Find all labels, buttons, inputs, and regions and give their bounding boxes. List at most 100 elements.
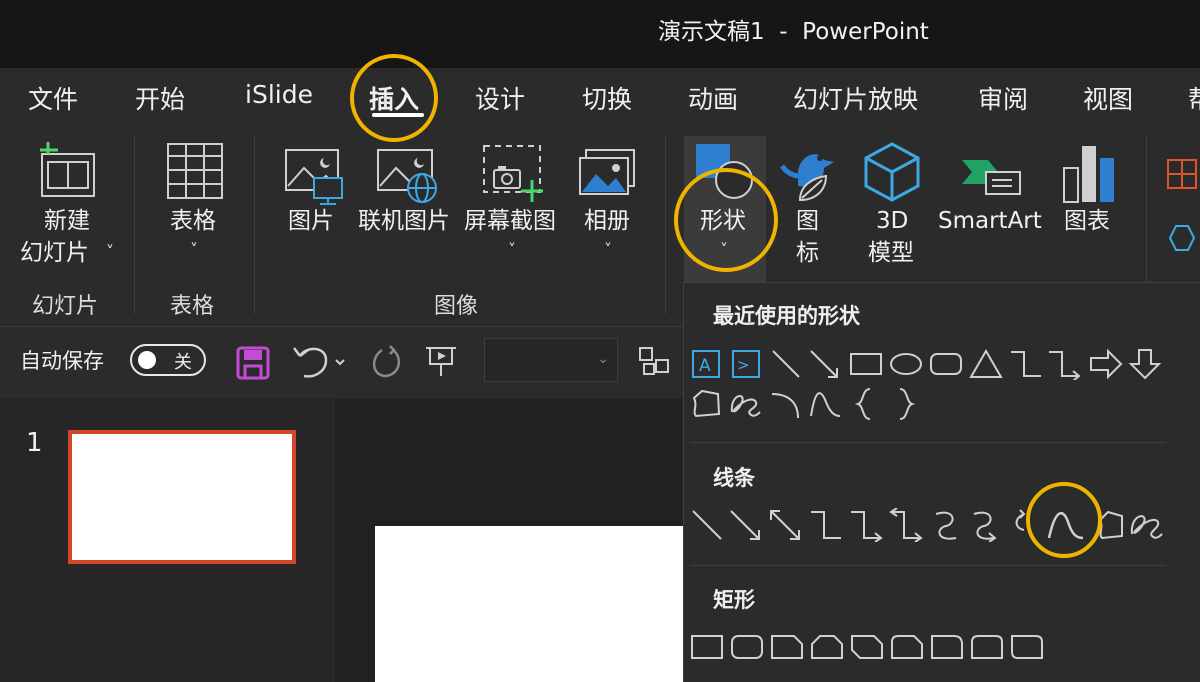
- picture-button[interactable]: 图片: [280, 136, 348, 246]
- present-icon[interactable]: [424, 344, 458, 380]
- icons-label-2: 标: [796, 240, 819, 266]
- 3d-models-button[interactable]: 3D 模型: [856, 136, 928, 276]
- tab-slideshow[interactable]: 幻灯片放映: [793, 80, 918, 116]
- group-divider: [665, 136, 666, 314]
- online-picture-button[interactable]: 联机图片: [356, 136, 460, 246]
- slide-canvas[interactable]: [375, 526, 695, 682]
- hexagon-icon[interactable]: [1166, 222, 1200, 254]
- arrow-line-shape[interactable]: [728, 508, 764, 542]
- chevron-down-icon: ˅: [604, 240, 612, 259]
- line-shape[interactable]: [770, 348, 802, 380]
- rounded-rectangle-shape[interactable]: [730, 634, 764, 660]
- vertical-text-box-shape[interactable]: >: [730, 348, 762, 380]
- smartart-label: SmartArt: [938, 208, 1042, 234]
- table-button[interactable]: 表格 ˅: [156, 136, 236, 276]
- double-arrow-line-shape[interactable]: [768, 508, 804, 542]
- elbow-double-arrow-connector-shape[interactable]: [888, 508, 926, 542]
- lines-heading: 线条: [713, 466, 755, 490]
- save-icon[interactable]: [236, 346, 270, 380]
- icons-button[interactable]: 图 标: [772, 136, 844, 276]
- autosave-toggle[interactable]: 关: [130, 344, 206, 376]
- freeform-shape[interactable]: [1096, 508, 1124, 542]
- slide-thumbnail[interactable]: [68, 430, 296, 564]
- curve-shape[interactable]: [1046, 508, 1086, 542]
- undo-icon[interactable]: [292, 342, 348, 382]
- scribble-shape[interactable]: [1128, 508, 1164, 542]
- arrange-icon[interactable]: [638, 346, 674, 380]
- round-same-side-rectangle-shape[interactable]: [970, 634, 1004, 660]
- shapes-icon: [696, 144, 753, 199]
- smartart-icon: [962, 160, 1021, 195]
- arrow-line-shape[interactable]: [808, 348, 842, 380]
- new-slide-icon: [40, 142, 95, 197]
- group-divider: [134, 136, 135, 314]
- elbow-arrow-connector-shape[interactable]: [1046, 348, 1084, 380]
- right-brace-shape[interactable]: [894, 386, 918, 422]
- tab-view[interactable]: 视图: [1083, 80, 1133, 116]
- tab-design[interactable]: 设计: [475, 80, 525, 116]
- add-in-icon[interactable]: [1166, 158, 1200, 190]
- tab-file[interactable]: 文件: [28, 80, 78, 116]
- snip-same-side-rectangle-shape[interactable]: [810, 634, 844, 660]
- online-picture-icon: [377, 149, 437, 203]
- left-brace-shape[interactable]: [852, 386, 876, 422]
- chart-label: 图表: [1064, 208, 1110, 234]
- snip-diagonal-rectangle-shape[interactable]: [850, 634, 884, 660]
- line-shape[interactable]: [690, 508, 724, 542]
- tab-review[interactable]: 审阅: [978, 80, 1028, 116]
- scribble-shape[interactable]: [728, 388, 762, 420]
- curved-double-arrow-connector-shape[interactable]: [1012, 508, 1036, 542]
- svg-text:>: >: [737, 356, 750, 374]
- right-arrow-shape[interactable]: [1088, 348, 1124, 380]
- freeform-shape[interactable]: [690, 388, 722, 420]
- curve-shape[interactable]: [808, 388, 842, 420]
- elbow-connector-shape[interactable]: [1008, 348, 1044, 380]
- chart-button[interactable]: 图表: [1056, 136, 1128, 246]
- photo-album-label: 相册: [584, 208, 630, 234]
- curved-arrow-connector-shape[interactable]: [968, 508, 1000, 542]
- new-slide-label-1: 新建: [44, 208, 90, 234]
- smartart-button[interactable]: SmartArt: [934, 136, 1046, 246]
- autosave-state: 关: [174, 352, 192, 373]
- rectangle-shape[interactable]: [690, 634, 724, 660]
- shapes-button[interactable]: 形状 ˅: [684, 136, 766, 282]
- tab-home[interactable]: 开始: [135, 80, 185, 116]
- toggle-knob: [138, 351, 156, 369]
- tab-insert[interactable]: 插入: [369, 80, 419, 116]
- svg-text:A: A: [699, 356, 711, 376]
- rounded-rectangle-shape[interactable]: [928, 348, 964, 380]
- font-select[interactable]: ⌄: [484, 338, 618, 382]
- redo-icon[interactable]: [368, 344, 404, 380]
- photo-album-button[interactable]: 相册 ˅: [576, 136, 642, 276]
- round-single-corner-rectangle-shape[interactable]: [930, 634, 964, 660]
- bird-icon: [780, 154, 834, 202]
- table-icon: [167, 143, 223, 199]
- screenshot-button[interactable]: 屏幕截图 ˅: [462, 136, 566, 276]
- triangle-shape[interactable]: [968, 348, 1004, 380]
- chevron-down-icon: ⌄: [597, 351, 609, 367]
- 3d-models-label-2: 模型: [868, 240, 914, 266]
- down-arrow-shape[interactable]: [1128, 348, 1162, 380]
- photo-album-icon: [579, 149, 635, 195]
- shapes-label: 形状: [700, 208, 746, 234]
- autosave-label: 自动保存: [20, 349, 104, 373]
- snip-single-corner-rectangle-shape[interactable]: [770, 634, 804, 660]
- elbow-connector-shape[interactable]: [808, 508, 844, 542]
- screenshot-label: 屏幕截图: [464, 208, 556, 234]
- text-box-shape[interactable]: A: [690, 348, 722, 380]
- group-label-tables: 表格: [170, 294, 215, 319]
- tab-help[interactable]: 帮: [1188, 80, 1200, 116]
- arc-shape[interactable]: [768, 388, 802, 420]
- window-title: 演示文稿1 - PowerPoint: [658, 19, 929, 45]
- new-slide-button[interactable]: 新建 幻灯片 ˅: [10, 136, 128, 276]
- recent-shapes-heading: 最近使用的形状: [713, 304, 860, 328]
- oval-shape[interactable]: [888, 348, 924, 380]
- elbow-arrow-connector-shape[interactable]: [848, 508, 886, 542]
- round-diagonal-rectangle-shape[interactable]: [1010, 634, 1044, 660]
- curved-connector-shape[interactable]: [930, 508, 962, 542]
- snip-round-rectangle-shape[interactable]: [890, 634, 924, 660]
- tab-islide[interactable]: iSlide: [245, 80, 313, 109]
- rectangle-shape[interactable]: [848, 348, 884, 380]
- tab-transitions[interactable]: 切换: [582, 80, 632, 116]
- tab-animations[interactable]: 动画: [688, 80, 738, 116]
